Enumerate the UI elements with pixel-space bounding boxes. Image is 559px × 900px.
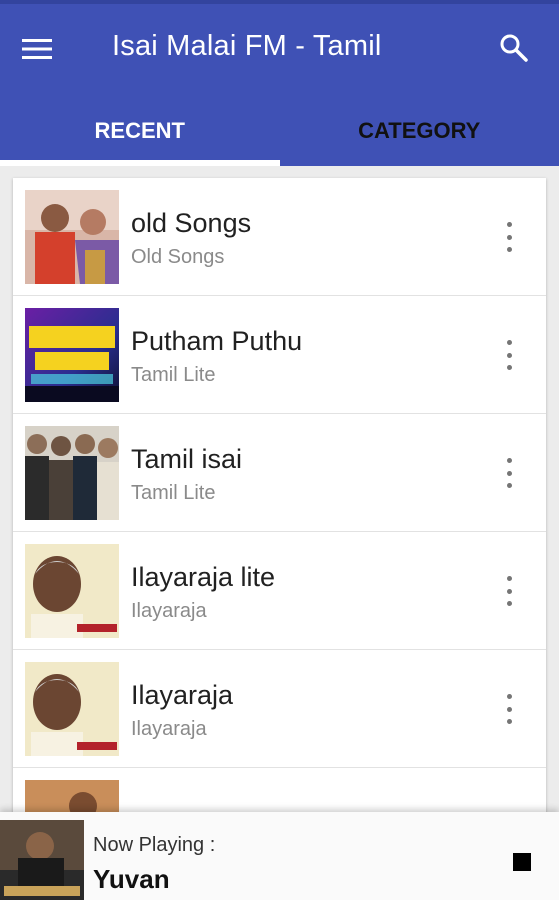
portrait-image xyxy=(25,544,119,638)
menu-icon xyxy=(22,39,52,59)
station-title: Ilayaraja lite xyxy=(131,562,276,592)
station-title: old Songs xyxy=(131,208,252,238)
search-button[interactable] xyxy=(499,33,533,67)
station-subtitle: Old Songs xyxy=(131,246,225,268)
station-subtitle: Tamil Lite xyxy=(131,482,216,504)
actors-poster-image xyxy=(25,426,119,520)
more-vert-icon[interactable] xyxy=(497,458,521,488)
station-row-ilayaraja[interactable]: Ilayaraja Ilayaraja xyxy=(13,650,546,768)
station-row-tamil-isai[interactable]: Tamil isai Tamil Lite xyxy=(13,414,546,532)
menu-button[interactable] xyxy=(22,34,66,64)
status-bar-edge xyxy=(0,0,559,4)
tab-category[interactable]: CATEGORY xyxy=(280,96,559,166)
more-vert-icon[interactable] xyxy=(497,340,521,370)
station-list[interactable]: old Songs Old Songs Putham Puthu Tamil L… xyxy=(13,178,546,878)
app-title: Isai Malai FM - Tamil xyxy=(112,30,382,62)
more-vert-icon[interactable] xyxy=(497,694,521,724)
station-title: Putham Puthu xyxy=(131,326,303,356)
station-row-old-songs[interactable]: old Songs Old Songs xyxy=(13,178,546,296)
tab-recent[interactable]: RECENT xyxy=(0,96,280,166)
station-title: Tamil isai xyxy=(131,444,243,474)
station-row-putham-puthu[interactable]: Putham Puthu Tamil Lite xyxy=(13,296,546,414)
stop-icon[interactable] xyxy=(513,853,531,871)
tab-recent-label: RECENT xyxy=(94,118,185,143)
now-playing-artwork xyxy=(0,820,84,900)
tab-category-label: CATEGORY xyxy=(358,118,481,143)
now-playing-title: Yuvan xyxy=(93,864,170,894)
search-icon xyxy=(500,34,528,62)
station-subtitle: Ilayaraja xyxy=(131,600,207,622)
station-title: Ilayaraja xyxy=(131,680,234,710)
station-row-ilayaraja-lite[interactable]: Ilayaraja lite Ilayaraja xyxy=(13,532,546,650)
more-vert-icon[interactable] xyxy=(497,222,521,252)
tab-indicator xyxy=(0,160,280,166)
banner-image xyxy=(25,308,119,402)
portrait-image xyxy=(25,662,119,756)
station-subtitle: Tamil Lite xyxy=(131,364,216,386)
now-playing-bar[interactable]: Now Playing : Yuvan xyxy=(0,812,559,900)
station-subtitle: Ilayaraja xyxy=(131,718,207,740)
movie-poster-image xyxy=(25,190,119,284)
now-playing-label: Now Playing : xyxy=(93,834,216,856)
app-screen: Isai Malai FM - Tamil RECENT CATEGORY ol… xyxy=(0,0,559,900)
tab-bar: RECENT CATEGORY xyxy=(0,96,559,166)
more-vert-icon[interactable] xyxy=(497,576,521,606)
app-toolbar: Isai Malai FM - Tamil xyxy=(0,0,559,96)
